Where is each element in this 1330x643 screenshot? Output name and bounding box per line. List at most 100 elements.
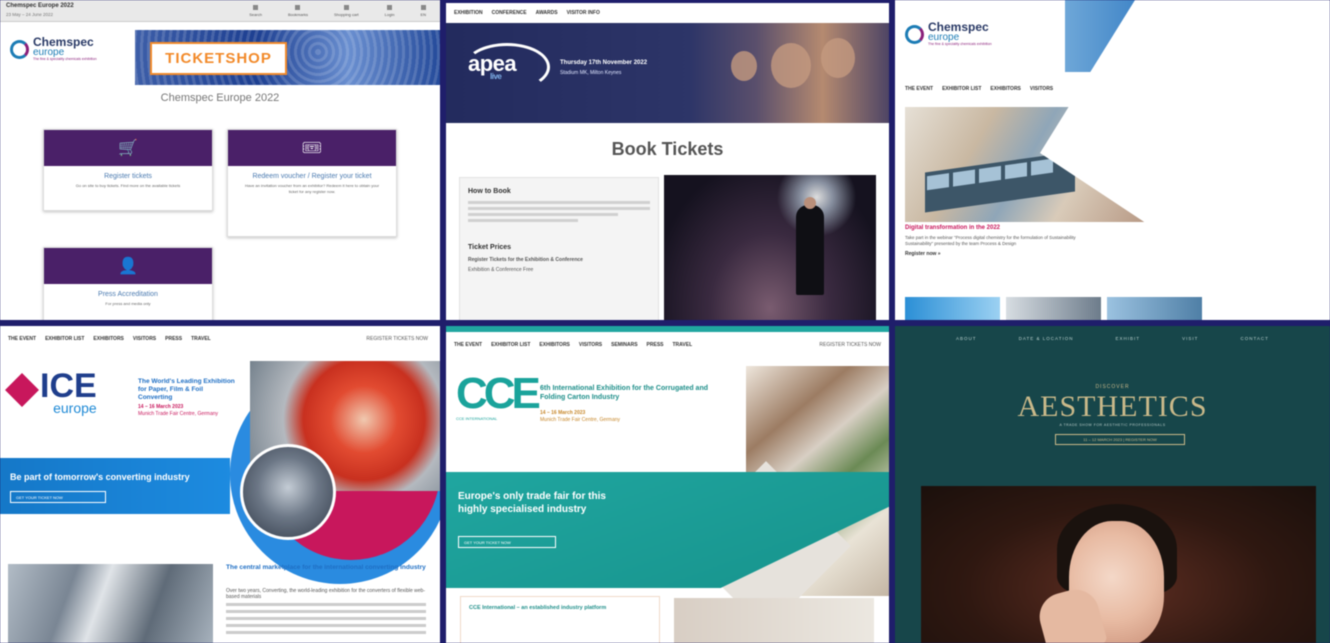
apea-logo[interactable]: apea live — [468, 51, 517, 81]
nav-item[interactable]: EXHIBITOR LIST — [491, 342, 530, 348]
nav-item[interactable]: EXHIBIT — [1116, 336, 1141, 341]
id-card-icon: 👤 — [44, 248, 212, 284]
redeem-voucher-card[interactable]: 🎟 Redeem voucher / Register your ticket … — [227, 129, 397, 237]
language-icon[interactable]: EN — [420, 5, 426, 17]
page-title: AESTHETICS — [1017, 390, 1208, 423]
presenter-figure — [796, 197, 824, 295]
info-box-title: CCE International – an established indus… — [469, 605, 607, 611]
nav-item[interactable]: VISIT — [1182, 336, 1198, 341]
nav-item[interactable]: SEMINARS — [611, 342, 637, 348]
price-row: Exhibition & Conference Free — [468, 267, 534, 273]
login-icon[interactable]: Login — [385, 5, 395, 17]
nav-item[interactable]: EXHIBITORS — [93, 336, 123, 342]
event-dates: 14 – 16 March 2023 Munich Trade Fair Cen… — [540, 410, 620, 424]
text-line — [468, 213, 618, 216]
card-description: Have an invitation voucher from an exhib… — [244, 183, 380, 194]
info-box: CCE International – an established indus… — [460, 596, 660, 643]
nav-item[interactable]: THE EVENT — [454, 342, 482, 348]
tile-ice-europe[interactable]: THE EVENT EXHIBITOR LIST EXHIBITORS VISI… — [0, 326, 440, 643]
get-ticket-button[interactable]: GET YOUR TICKET NOW — [10, 491, 106, 503]
promo-text: Over two years, Converting, the world-le… — [226, 588, 425, 600]
card-description: For press and media only — [105, 301, 151, 306]
tile-chemspec-home[interactable]: Chemspec europe The fine & speciality ch… — [895, 0, 1330, 320]
register-link[interactable]: REGISTER TICKETS NOW — [366, 336, 428, 342]
ice-europe-logo[interactable]: ICE europe — [5, 367, 97, 415]
crowd-face — [731, 51, 757, 81]
chemspec-logo-icon — [10, 39, 29, 59]
bookmark-icon[interactable]: Bookmarks — [288, 5, 308, 17]
card-title[interactable]: Press Accreditation — [50, 291, 206, 298]
nav-item[interactable]: VISITORS — [133, 336, 156, 342]
event-date: Thursday 17th November 2022 — [560, 60, 648, 66]
nav-item[interactable]: THE EVENT — [8, 336, 36, 342]
nav-item[interactable]: DATE & LOCATION — [1019, 336, 1074, 341]
nav-item[interactable]: CONTACT — [1240, 336, 1268, 341]
cce-logo[interactable]: CCE CCE INTERNATIONAL — [456, 369, 541, 422]
page-title: Book Tickets — [611, 139, 724, 159]
info-photo — [674, 598, 874, 643]
top-nav: ABOUT DATE & LOCATION EXHIBIT VISIT CONT… — [895, 336, 1330, 341]
venue-text: Munich Trade Fair Centre, Germany — [540, 417, 621, 423]
cta-band: Be part of tomorrow's converting industr… — [0, 458, 230, 514]
logo-tagline: The fine & speciality chemicals exhibiti… — [33, 57, 97, 61]
nav-item[interactable]: TRAVEL — [673, 342, 693, 348]
nav-item[interactable]: AWARDS — [536, 10, 558, 16]
press-accreditation-card[interactable]: 👤 Press Accreditation For press and medi… — [43, 247, 213, 320]
cart-icon: 🛒 — [44, 130, 212, 166]
nav-item[interactable]: PRESS — [647, 342, 664, 348]
register-link[interactable]: REGISTER TICKETS NOW — [819, 342, 881, 348]
how-to-book-panel: How to Book Ticket Prices Register Ticke… — [459, 177, 659, 320]
crowd-face — [821, 38, 855, 78]
building-photo — [8, 564, 213, 643]
nav-item[interactable]: EXHIBITOR LIST — [45, 336, 84, 342]
tile-apea-live[interactable]: EXHIBITION CONFERENCE AWARDS VISITOR INF… — [446, 3, 889, 320]
panel-heading: Ticket Prices — [468, 244, 512, 251]
text-line — [468, 207, 650, 210]
nav-item[interactable]: EXHIBITORS — [539, 342, 569, 348]
card-title[interactable]: Register tickets — [50, 173, 206, 180]
register-tickets-card[interactable]: 🛒 Register tickets Go on site to buy tic… — [43, 129, 213, 211]
model-photo — [921, 486, 1316, 643]
nav-item[interactable]: TRAVEL — [191, 336, 211, 342]
nav-item[interactable]: CONFERENCE — [492, 10, 527, 16]
event-dates: 14 – 16 March 2023 Munich Trade Fair Cen… — [138, 404, 218, 418]
tile-aesthetics[interactable]: ABOUT DATE & LOCATION EXHIBIT VISIT CONT… — [895, 326, 1330, 643]
register-button[interactable]: 11 – 12 MARCH 2023 | REGISTER NOW — [1055, 434, 1185, 445]
nav-item[interactable]: ABOUT — [956, 336, 977, 341]
event-venue: Stadium MK, Milton Keynes — [560, 70, 622, 76]
cart-icon[interactable]: Shopping cart — [334, 5, 359, 17]
date-text: 14 – 16 March 2023 — [138, 404, 184, 410]
nav-item[interactable]: VISITORS — [579, 342, 602, 348]
chemspec-logo[interactable]: Chemspec europe The fine & speciality ch… — [10, 36, 97, 61]
top-nav: EXHIBITION CONFERENCE AWARDS VISITOR INF… — [446, 3, 889, 23]
get-ticket-button[interactable]: GET YOUR TICKET NOW — [458, 536, 556, 548]
logo-word: CCE — [456, 369, 541, 418]
text-line — [468, 219, 578, 222]
search-icon[interactable]: Search — [249, 5, 262, 17]
people-circle-photo — [240, 444, 336, 540]
nav-item[interactable]: VISITOR INFO — [567, 10, 600, 16]
tile-chemspec-ticketshop[interactable]: Chemspec Europe 2022 23 May – 24 June 20… — [0, 0, 440, 320]
tile-cce-international[interactable]: THE EVENT EXHIBITOR LIST EXHIBITORS VISI… — [446, 326, 889, 643]
crowd-face — [771, 43, 811, 88]
ticketshop-badge: TICKETSHOP — [150, 42, 287, 75]
event-photo — [664, 175, 876, 320]
venue-text: Munich Trade Fair Centre, Germany — [138, 411, 219, 417]
nav-item[interactable]: PRESS — [165, 336, 182, 342]
diamond-logo-icon — [5, 373, 39, 407]
white-cutout-shape — [1040, 0, 1330, 320]
nav-item[interactable]: EXHIBITION — [454, 10, 483, 16]
logo-word-europe: europe — [33, 47, 65, 58]
ticket-icon: 🎟 — [228, 130, 396, 166]
window-subtitle: 23 May – 24 June 2022 — [6, 12, 54, 17]
toolbar-icons: Search Bookmarks Shopping cart Login EN — [249, 5, 426, 17]
title-tagline: A TRADE SHOW FOR AESTHETIC PROFESSIONALS — [1059, 423, 1166, 427]
ticketshop-label: TICKETSHOP — [165, 50, 272, 67]
window-title: Chemspec Europe 2022 — [6, 3, 74, 9]
text-line — [468, 201, 650, 204]
event-tagline: The World's Leading Exhibition for Paper… — [138, 378, 235, 401]
card-title[interactable]: Redeem voucher / Register your ticket — [234, 173, 390, 180]
logo-word: ICE — [40, 367, 97, 405]
browser-toolbar: Chemspec Europe 2022 23 May – 24 June 20… — [0, 0, 440, 22]
card-description: Go on site to buy tickets. Find more on … — [75, 183, 181, 188]
